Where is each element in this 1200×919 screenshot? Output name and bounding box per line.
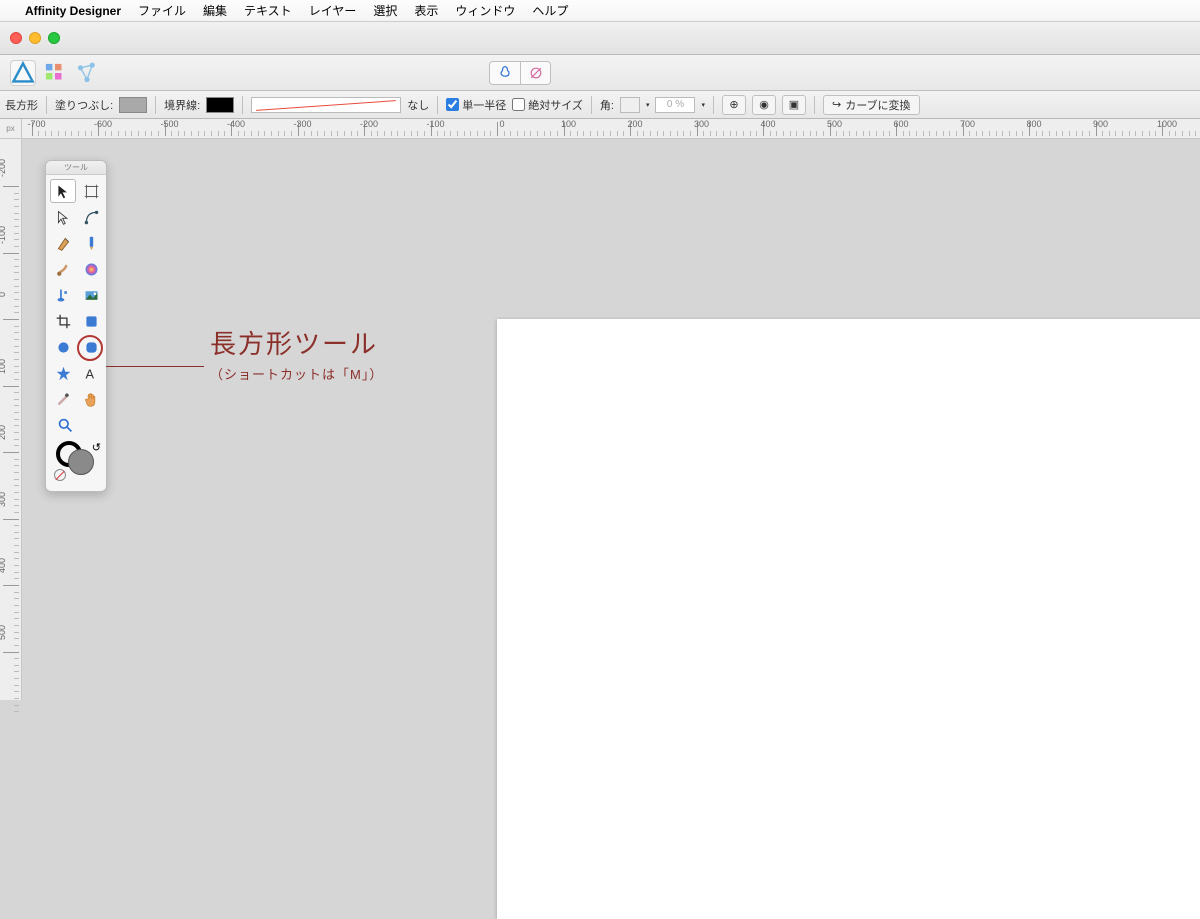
color-picker-tool-icon[interactable] [50, 387, 76, 411]
stroke-label: 境界線: [164, 97, 200, 113]
rectangle-tool-icon[interactable] [78, 309, 104, 333]
menu-help[interactable]: ヘルプ [532, 2, 568, 19]
place-image-tool-icon[interactable] [78, 283, 104, 307]
swap-colors-icon[interactable]: ↺ [92, 441, 101, 454]
shape-name-label: 長方形 [5, 97, 38, 113]
corner-percent-field[interactable]: 0 % [655, 97, 695, 113]
corner-tool-icon[interactable] [78, 205, 104, 229]
brush-tool-icon[interactable] [50, 257, 76, 281]
corner-type-dropdown[interactable] [620, 97, 640, 113]
reset-box-icon[interactable]: ▣ [782, 95, 806, 115]
star-tool-icon[interactable] [50, 361, 76, 385]
zoom-tool-icon[interactable] [52, 413, 78, 437]
svg-text:A: A [85, 366, 94, 381]
ruler-unit-label: px [0, 119, 22, 139]
crop-tool-icon[interactable] [50, 309, 76, 333]
canvas-area[interactable] [22, 139, 1200, 700]
menu-layer[interactable]: レイヤー [309, 2, 357, 19]
annotation-subtitle: （ショートカットは「M」） [210, 364, 383, 383]
snap-shape-icon[interactable] [490, 62, 520, 84]
persona-toolbar [0, 55, 1200, 91]
tools-panel: ツール A ↺ [45, 160, 107, 492]
window-minimize-button[interactable] [29, 32, 41, 44]
ellipse-tool-icon[interactable] [50, 335, 76, 359]
menu-text[interactable]: テキスト [244, 2, 292, 19]
menu-file[interactable]: ファイル [138, 2, 186, 19]
pixel-persona-icon[interactable] [42, 60, 68, 86]
snap-toggle-group [489, 61, 551, 85]
context-toolbar: 長方形 塗りつぶし: 境界線: なし 単一半径 絶対サイズ 角: ▾ 0 % ▾… [0, 91, 1200, 119]
window-close-button[interactable] [10, 32, 22, 44]
fill-label: 塗りつぶし: [55, 97, 113, 113]
fill-color-circle-icon[interactable] [68, 449, 94, 475]
tools-panel-title: ツール [46, 161, 106, 175]
artboard-tool-icon[interactable] [78, 179, 104, 203]
absolute-size-checkbox[interactable]: 絶対サイズ [512, 97, 583, 113]
artboard-page[interactable] [497, 319, 1200, 919]
snap-off-icon[interactable] [520, 62, 550, 84]
horizontal-ruler: -700-600-500-400-300-200-100010020030040… [22, 119, 1200, 139]
app-name[interactable]: Affinity Designer [25, 4, 121, 18]
move-tool-icon[interactable] [50, 179, 76, 203]
color-selector[interactable]: ↺ [50, 441, 104, 481]
mac-menubar: Affinity Designer ファイル 編集 テキスト レイヤー 選択 表… [0, 0, 1200, 22]
single-radius-checkbox[interactable]: 単一半径 [446, 97, 506, 113]
designer-persona-icon[interactable] [10, 60, 36, 86]
fill-swatch[interactable] [119, 97, 147, 113]
menu-select[interactable]: 選択 [373, 2, 397, 19]
align-center-icon[interactable]: ⊕ [722, 95, 746, 115]
menu-window[interactable]: ウィンドウ [455, 2, 515, 19]
annotation-title: 長方形ツール [210, 324, 383, 361]
window-titlebar [0, 22, 1200, 55]
artistic-text-tool-icon[interactable]: A [78, 361, 104, 385]
pencil-tool-icon[interactable] [78, 231, 104, 255]
annotation-ring-icon [77, 335, 103, 361]
menu-view[interactable]: 表示 [414, 2, 438, 19]
corner-label: 角: [600, 97, 614, 113]
convert-to-curves-button[interactable]: ↪カーブに変換 [823, 95, 920, 115]
show-rotation-icon[interactable]: ◉ [752, 95, 776, 115]
stroke-style-preview[interactable] [251, 97, 401, 113]
transparency-tool-icon[interactable] [50, 283, 76, 307]
export-persona-icon[interactable] [74, 60, 100, 86]
no-color-icon[interactable] [54, 469, 66, 481]
window-zoom-button[interactable] [48, 32, 60, 44]
stroke-swatch[interactable] [206, 97, 234, 113]
vertical-ruler: -200-1000100200300400500 [0, 139, 22, 700]
stroke-style-label: なし [407, 97, 429, 113]
node-tool-icon[interactable] [50, 205, 76, 229]
annotation-callout: 長方形ツール （ショートカットは「M」） [106, 330, 383, 383]
annotation-line [106, 366, 204, 367]
menu-edit[interactable]: 編集 [203, 2, 227, 19]
view-hand-tool-icon[interactable] [78, 387, 104, 411]
pen-tool-icon[interactable] [50, 231, 76, 255]
fill-tool-icon[interactable] [78, 257, 104, 281]
